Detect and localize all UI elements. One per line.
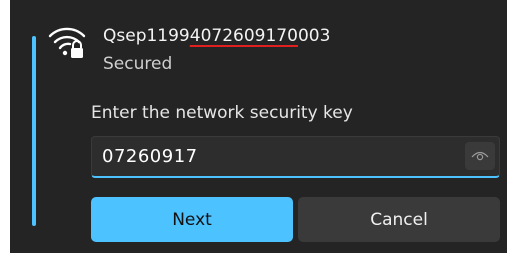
- cancel-button-label: Cancel: [370, 209, 428, 230]
- network-name: Qsep11994072609170003: [103, 26, 330, 46]
- eye-icon: [471, 151, 489, 161]
- network-name-suffix: 003: [297, 26, 331, 46]
- wifi-secured-icon: [48, 27, 86, 58]
- reveal-password-button[interactable]: [465, 142, 495, 170]
- network-name-highlight: 4072609170: [189, 26, 298, 46]
- security-key-prompt: Enter the network security key: [91, 103, 353, 123]
- next-button[interactable]: Next: [91, 197, 293, 242]
- network-name-prefix: Qsep1199: [103, 26, 190, 46]
- selection-accent-bar: [32, 36, 36, 226]
- network-status: Secured: [103, 54, 173, 74]
- next-button-label: Next: [172, 209, 212, 230]
- cancel-button[interactable]: Cancel: [298, 197, 500, 242]
- security-key-input[interactable]: 07260917: [91, 136, 500, 178]
- security-key-value[interactable]: 07260917: [102, 146, 198, 167]
